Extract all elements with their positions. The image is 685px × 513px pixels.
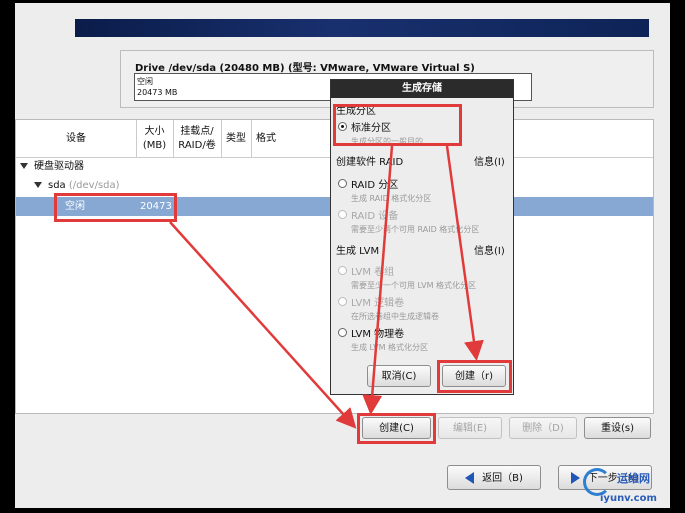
arrow-create-to-standard xyxy=(362,145,394,415)
watermark-url: iyunv.com xyxy=(600,493,657,504)
arrow-free-to-create xyxy=(169,221,357,429)
installer-window: Drive /dev/sda (20480 MB) (型号: VMware, V… xyxy=(0,0,685,513)
watermark-logo-icon xyxy=(583,468,611,496)
arrow-standard-to-dialog-create xyxy=(445,145,484,361)
watermark-site: 运维网 xyxy=(617,472,650,485)
annotation-arrows xyxy=(169,145,484,429)
